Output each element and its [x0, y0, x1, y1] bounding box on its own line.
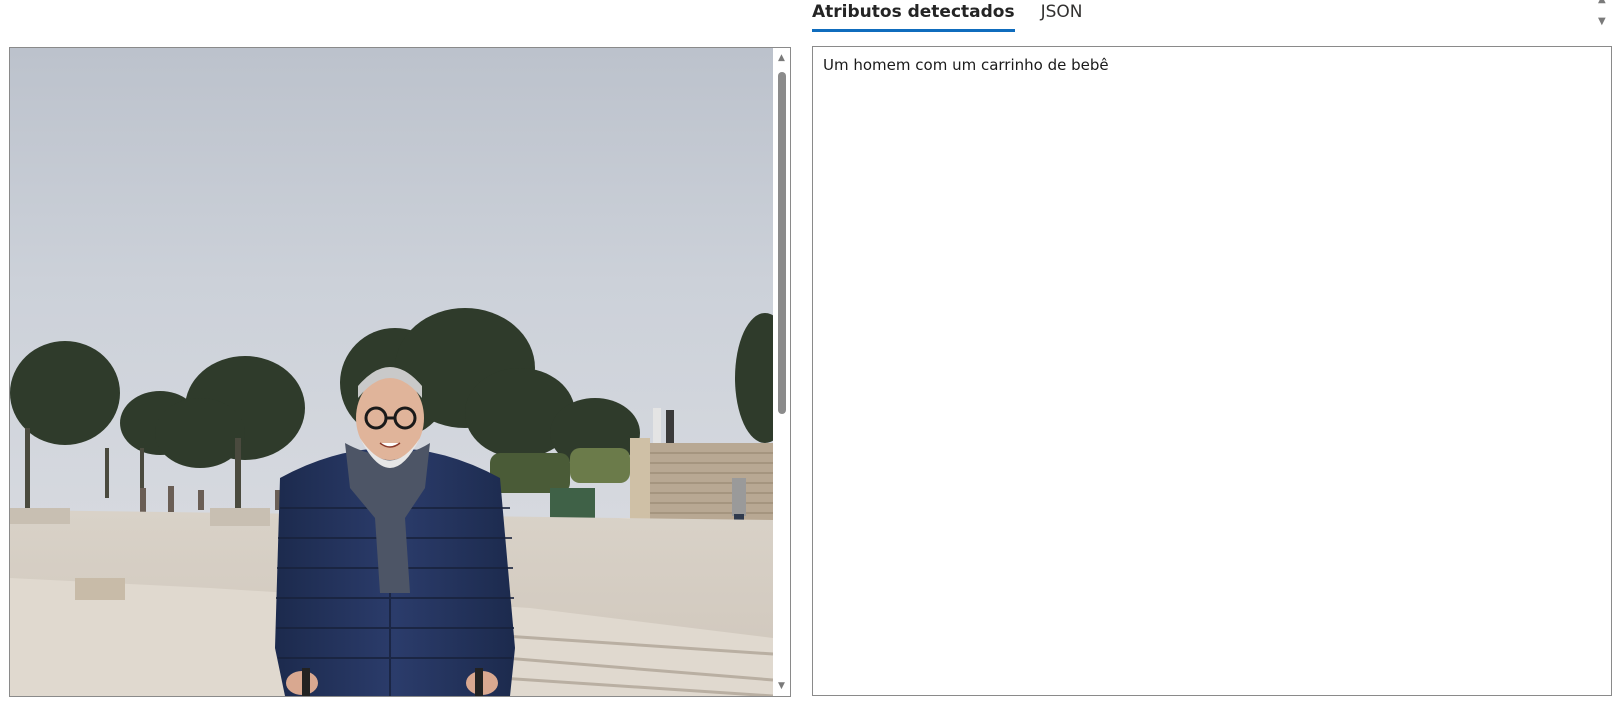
image-vertical-scrollbar[interactable]: ▲ ▼: [773, 48, 790, 696]
panel-scroll-arrows[interactable]: ▲ ▼: [1596, 0, 1610, 30]
scrollbar-thumb[interactable]: [778, 72, 786, 414]
scroll-down-icon[interactable]: ▼: [773, 678, 790, 694]
detected-caption: Um homem com um carrinho de bebê: [823, 56, 1109, 74]
triangle-up-icon[interactable]: ▲: [1598, 0, 1606, 5]
analyzed-photo: [10, 48, 773, 696]
scroll-up-icon[interactable]: ▲: [773, 50, 790, 66]
tab-atributos-detectados[interactable]: Atributos detectados: [812, 0, 1015, 32]
image-viewer[interactable]: ▲ ▼: [9, 47, 791, 697]
app-root: ▲ ▼ Atributos detectados JSON ▲ ▼ Um hom…: [0, 0, 1624, 706]
triangle-down-icon[interactable]: ▼: [1598, 16, 1606, 27]
results-text-area[interactable]: Um homem com um carrinho de bebê: [812, 46, 1612, 696]
results-tabs: Atributos detectados JSON: [812, 0, 1109, 34]
tab-json[interactable]: JSON: [1041, 0, 1083, 29]
